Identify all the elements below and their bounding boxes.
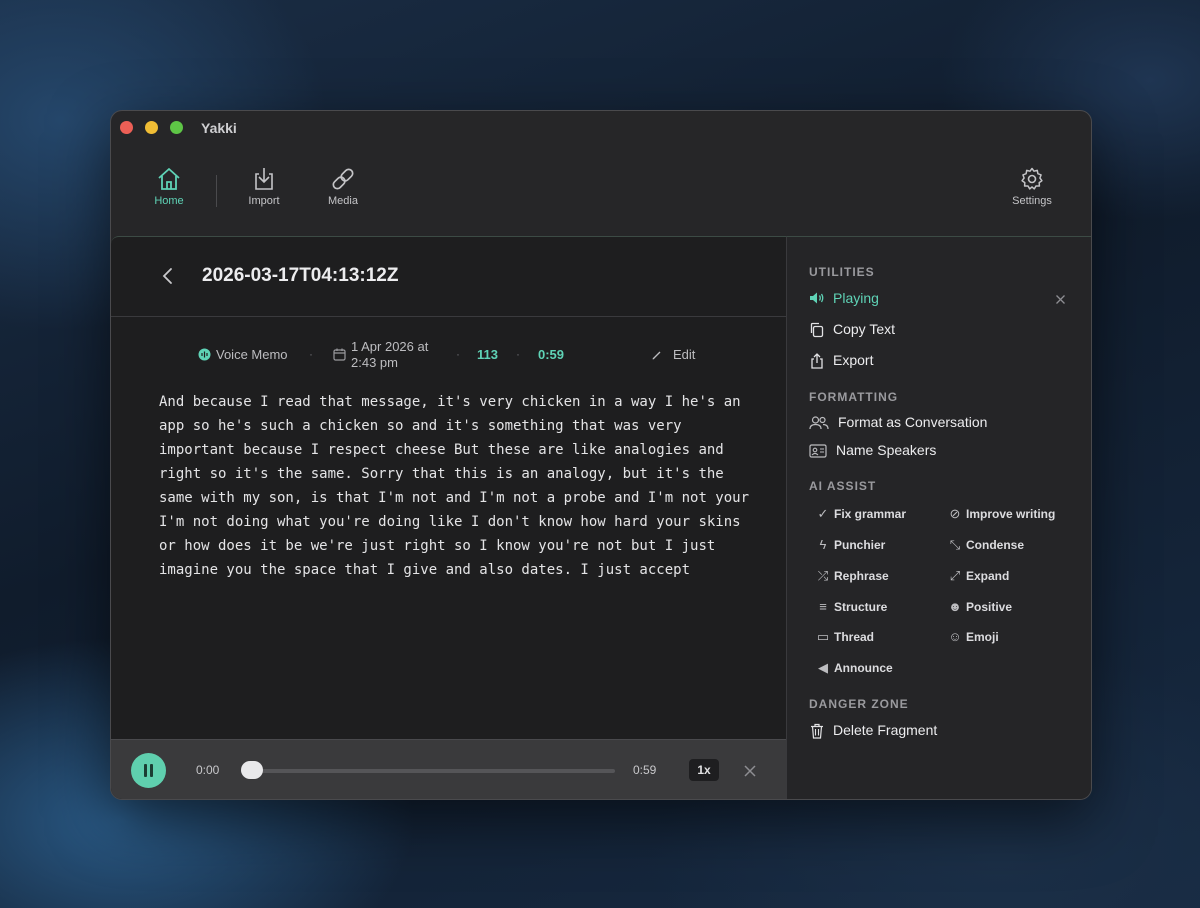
home-icon (158, 168, 180, 190)
close-player-icon[interactable] (743, 764, 757, 778)
voice-memo-icon (198, 348, 211, 361)
memo-date-line1: 1 Apr 2026 at (351, 339, 429, 354)
memo-type: Voice Memo (216, 347, 288, 362)
meta-separator: · (309, 347, 313, 361)
thread-label: Thread (834, 630, 875, 644)
total-time: 0:59 (633, 763, 657, 777)
punchier-label: Punchier (834, 538, 886, 552)
rephrase-label: Rephrase (834, 569, 889, 583)
pause-icon (150, 764, 153, 777)
memo-duration: 0:59 (538, 347, 565, 362)
document-title: 2026-03-17T04:13:12Z (202, 265, 399, 286)
copy-icon (810, 322, 824, 338)
speed-button[interactable]: 1x (689, 759, 719, 781)
calendar-icon (333, 348, 346, 361)
document-meta: Voice Memo · 1 Apr 2026 at 2:43 pm · 113… (111, 337, 786, 377)
edit-label: Edit (673, 347, 696, 362)
close-window-button[interactable] (120, 121, 133, 134)
progress-track[interactable] (241, 769, 615, 773)
stop-playing-icon[interactable] (1055, 294, 1066, 305)
content-pane: 2026-03-17T04:13:12Z Voice Memo · 1 Apr … (111, 236, 786, 799)
pencil-icon (652, 351, 661, 360)
name-speakers-label: Name Speakers (836, 442, 937, 458)
chat-bubble-icon: ▭ (816, 629, 830, 644)
import-tab[interactable]: Import (229, 167, 299, 207)
section-title-danger-zone: DANGER ZONE (809, 697, 909, 711)
check-circle-icon: ✓ (817, 506, 829, 521)
document-header: 2026-03-17T04:13:12Z (111, 237, 786, 317)
transcript-text[interactable]: And because I read that message, it's ve… (159, 390, 749, 582)
media-tab[interactable]: Media (308, 167, 378, 207)
app-window: Yakki Home Import Media Settings 2026-03… (110, 110, 1092, 800)
shrink-arrows-icon: ⤡ (949, 537, 961, 552)
section-title-ai-assist: AI ASSIST (809, 479, 877, 493)
announce-label: Announce (834, 661, 893, 675)
fix-grammar-label: Fix grammar (834, 507, 907, 521)
delete-fragment-label: Delete Fragment (833, 722, 938, 738)
improve-writing-label: Improve writing (966, 507, 1056, 521)
window-title: Yakki (201, 120, 237, 136)
structure-label: Structure (834, 600, 888, 614)
format-conversation-label: Format as Conversation (838, 414, 988, 430)
speaker-icon (810, 292, 824, 304)
positive-label: Positive (966, 600, 1013, 614)
import-icon (255, 168, 273, 190)
toolbar-divider (216, 175, 217, 207)
minimize-window-button[interactable] (145, 121, 158, 134)
section-title-formatting: FORMATTING (809, 390, 899, 404)
expand-arrows-icon: ⤢ (949, 568, 961, 583)
people-icon (809, 416, 829, 430)
settings-tab-label: Settings (1012, 195, 1052, 207)
link-icon (332, 168, 354, 190)
meta-separator: · (516, 347, 520, 361)
emoji-label: Emoji (966, 630, 999, 644)
condense-label: Condense (966, 538, 1025, 552)
current-time: 0:00 (196, 763, 220, 777)
gear-icon (1021, 167, 1043, 190)
back-button[interactable] (161, 267, 175, 285)
utilities-sidebar: UTILITIES Playing Copy Text Export FORMA… (786, 236, 1091, 799)
toolbar: Home Import Media Settings (111, 145, 1091, 236)
id-card-icon (809, 444, 827, 458)
megaphone-icon: ◀ (818, 660, 828, 675)
playing-label: Playing (833, 290, 879, 306)
trash-icon (811, 723, 823, 739)
zoom-window-button[interactable] (170, 121, 183, 134)
section-title-utilities: UTILITIES (809, 265, 875, 279)
home-tab[interactable]: Home (134, 167, 204, 207)
meta-separator: · (456, 347, 460, 361)
expand-label: Expand (966, 569, 1010, 583)
settings-tab[interactable]: Settings (997, 167, 1067, 207)
smile-filled-icon: ☻ (948, 599, 962, 614)
word-count: 113 (477, 347, 498, 362)
audio-player: 0:00 0:59 1x (111, 739, 786, 799)
home-tab-label: Home (154, 195, 184, 207)
share-icon (811, 353, 823, 369)
copy-text-label: Copy Text (833, 321, 895, 337)
pause-icon (144, 764, 147, 777)
playing-item[interactable]: Playing (809, 288, 1067, 310)
smile-icon: ☺ (948, 629, 962, 644)
lightning-icon: ϟ (819, 537, 827, 552)
progress-thumb[interactable] (241, 761, 263, 779)
pen-circle-icon: ⊘ (949, 506, 961, 521)
list-lines-icon: ≡ (819, 599, 827, 614)
titlebar: Yakki (111, 111, 1091, 145)
shuffle-icon: ⤮ (817, 568, 829, 583)
pause-button[interactable] (131, 753, 166, 788)
memo-date-line2: 2:43 pm (351, 355, 398, 370)
export-label: Export (833, 352, 874, 368)
edit-button[interactable]: Edit (651, 347, 711, 365)
media-tab-label: Media (328, 195, 358, 207)
import-tab-label: Import (248, 195, 280, 207)
